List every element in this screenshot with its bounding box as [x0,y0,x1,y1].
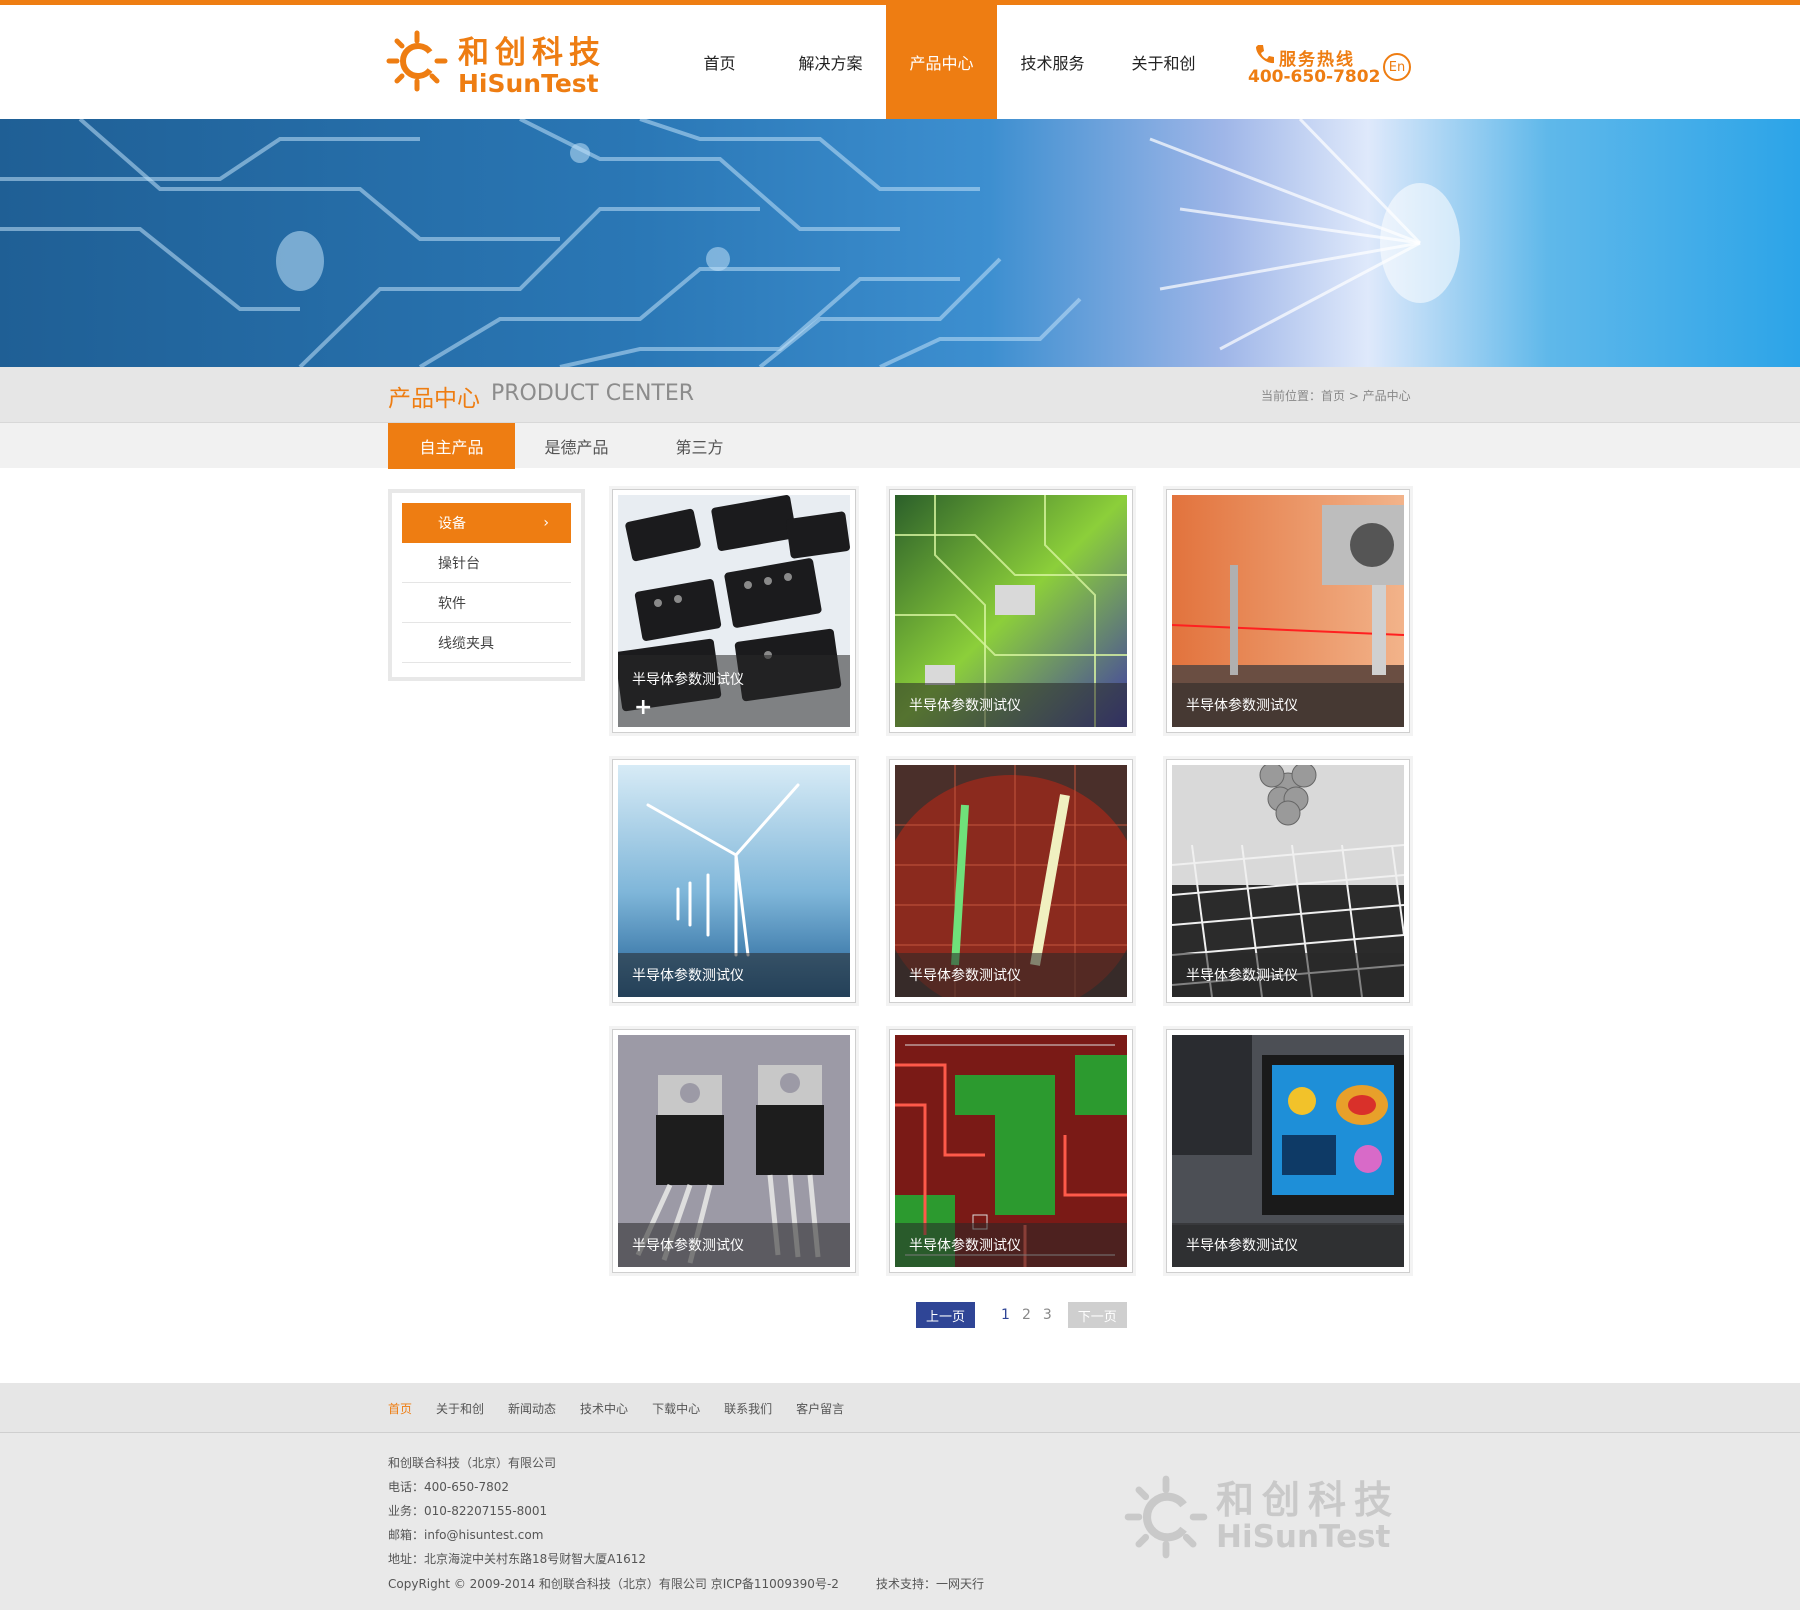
page-number-2[interactable]: 2 [1022,1307,1031,1323]
tab-own-products[interactable]: 自主产品 [388,423,515,469]
footer-link-download[interactable]: 下载中心 [652,1400,700,1417]
breadcrumb[interactable]: 当前位置：首页 > 产品中心 [1261,387,1411,404]
footer-logo: 和创科技 HiSunTest [1124,1469,1414,1559]
nav-home[interactable]: 首页 [664,5,775,119]
category-tab-bar: 自主产品 是德产品 第三方 [0,422,1800,469]
footer-email: 邮箱：info@hisuntest.com [388,1528,544,1542]
product-sidebar: 设备 › 操针台 软件 线缆夹具 [388,489,585,681]
product-image-circuit-board: 半导体参数测试仪 [895,495,1127,727]
product-image-power-module: 半导体参数测试仪 + [618,495,850,727]
product-caption: 半导体参数测试仪 + [618,655,850,727]
product-card[interactable]: 半导体参数测试仪 [889,759,1133,1003]
product-caption: 半导体参数测试仪 [895,953,1127,997]
footer-company: 和创联合科技（北京）有限公司 [388,1456,557,1470]
product-caption: 半导体参数测试仪 [1172,683,1404,727]
footer-address: 地址：北京海淀中关村东路18号财智大厦A1612 [388,1552,647,1566]
product-image-wind-turbine: 半导体参数测试仪 [618,765,850,997]
sidebar-item-cable-fixtures[interactable]: 线缆夹具 [402,623,571,663]
footer-contact-info: 和创联合科技（北京）有限公司 电话：400-650-7802 业务：010-82… [388,1451,646,1571]
footer-link-news[interactable]: 新闻动态 [508,1400,556,1417]
footer-link-contact[interactable]: 联系我们 [724,1400,772,1417]
sidebar-item-label: 操针台 [438,555,480,572]
footer-link-home[interactable]: 首页 [388,1400,412,1417]
product-image-graphene-lattice: 半导体参数测试仪 [1172,765,1404,997]
product-caption: 半导体参数测试仪 [895,1223,1127,1267]
chevron-right-icon: › [543,515,549,531]
product-image-laser-bench: 半导体参数测试仪 [1172,495,1404,727]
sun-logo-icon [1124,1475,1208,1559]
tab-keysight-products[interactable]: 是德产品 [515,423,638,469]
nav-products[interactable]: 产品中心 [886,5,997,119]
nav-solutions[interactable]: 解决方案 [775,5,886,119]
sidebar-item-label: 软件 [438,595,466,612]
footer-link-tech[interactable]: 技术中心 [580,1400,628,1417]
tab-third-party[interactable]: 第三方 [638,423,761,469]
hotline-number: 400-650-7802 [1248,67,1381,87]
sidebar-item-software[interactable]: 软件 [402,583,571,623]
logo-text-en: HiSunTest [458,69,599,98]
sidebar-item-label: 线缆夹具 [438,635,494,652]
product-card[interactable]: 半导体参数测试仪 + [612,489,856,733]
page-title-bar: 产品中心 PRODUCT CENTER 当前位置：首页 > 产品中心 [0,367,1800,422]
product-image-transistors: 半导体参数测试仪 [618,1035,850,1267]
pagination: 上一页 1 2 3 下一页 [916,1302,1127,1328]
page-title-cn: 产品中心 [388,386,480,412]
sidebar-item-equipment[interactable]: 设备 › [402,503,571,543]
footer-business: 业务：010-82207155-8001 [388,1504,548,1518]
product-image-monitor-station: 半导体参数测试仪 [1172,1035,1404,1267]
page-title-en: PRODUCT CENTER [491,381,695,406]
page-number-3[interactable]: 3 [1043,1307,1052,1323]
sidebar-item-probe-station[interactable]: 操针台 [402,543,571,583]
product-card[interactable]: 半导体参数测试仪 [1166,759,1410,1003]
product-image-pcb-layout: 半导体参数测试仪 [895,1035,1127,1267]
banner-image [0,119,1800,367]
product-caption: 半导体参数测试仪 [1172,1223,1404,1267]
product-card[interactable]: 半导体参数测试仪 [889,489,1133,733]
circuit-banner-art [0,119,1460,367]
sidebar-item-label: 设备 [438,516,466,532]
product-card[interactable]: 半导体参数测试仪 [1166,1029,1410,1273]
prev-page-button[interactable]: 上一页 [916,1302,976,1328]
language-en-icon[interactable]: En [1383,53,1411,81]
footer-link-message[interactable]: 客户留言 [796,1400,844,1417]
plus-icon: + [634,695,653,720]
product-caption: 半导体参数测试仪 [618,1223,850,1267]
footer-logo-cn: 和创科技 [1216,1478,1401,1522]
page-number-1[interactable]: 1 [1001,1307,1010,1323]
main-nav: 首页 解决方案 产品中心 技术服务 关于和创 [664,5,1219,119]
product-caption: 半导体参数测试仪 [618,953,850,997]
logo-text-cn: 和创科技 [458,35,606,71]
product-card[interactable]: 半导体参数测试仪 [612,759,856,1003]
product-caption: 半导体参数测试仪 [1172,953,1404,997]
next-page-button[interactable]: 下一页 [1067,1302,1127,1328]
footer-nav-bar: 首页 关于和创 新闻动态 技术中心 下载中心 联系我们 客户留言 [0,1383,1800,1433]
site-footer: 和创联合科技（北京）有限公司 电话：400-650-7802 业务：010-82… [0,1433,1800,1610]
product-card[interactable]: 半导体参数测试仪 [612,1029,856,1273]
site-logo[interactable]: 和创科技 HiSunTest [386,25,616,105]
site-header: 和创科技 HiSunTest 首页 解决方案 产品中心 技术服务 关于和创 服务… [0,5,1800,119]
nav-services[interactable]: 技术服务 [997,5,1108,119]
service-hotline: 服务热线 400-650-7802 [1246,43,1380,93]
footer-logo-en: HiSunTest [1216,1519,1391,1555]
product-image-silicon-wafer: 半导体参数测试仪 [895,765,1127,997]
footer-tech-support: 技术支持：一网天行 [876,1577,985,1591]
product-card[interactable]: 半导体参数测试仪 [1166,489,1410,733]
footer-phone: 电话：400-650-7802 [388,1480,510,1494]
footer-link-about[interactable]: 关于和创 [436,1400,484,1417]
product-caption: 半导体参数测试仪 [895,683,1127,727]
footer-copyright: CopyRight © 2009-2014 和创联合科技（北京）有限公司 京IC… [388,1577,839,1591]
phone-icon [1256,45,1274,64]
sun-logo-icon [386,30,448,92]
product-card[interactable]: 半导体参数测试仪 [889,1029,1133,1273]
nav-about[interactable]: 关于和创 [1108,5,1219,119]
